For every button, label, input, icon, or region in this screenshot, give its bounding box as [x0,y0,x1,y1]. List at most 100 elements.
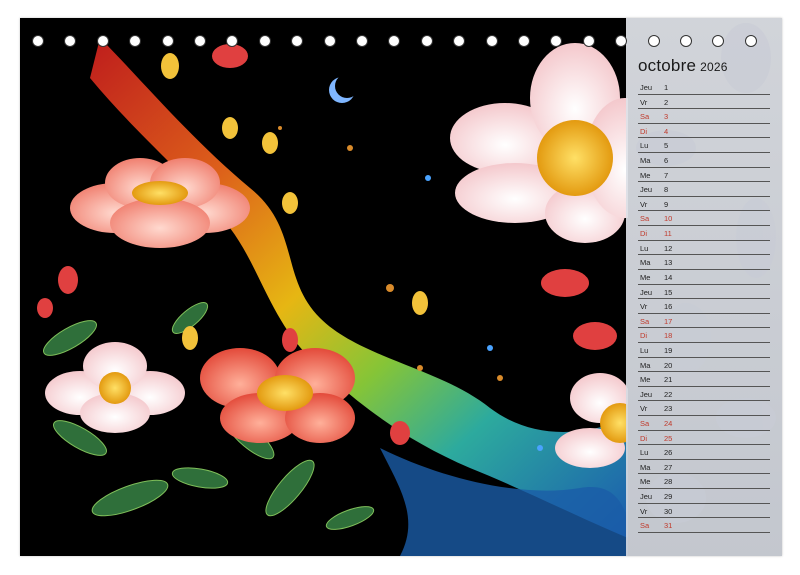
binding-hole [356,35,368,47]
day-row: Sa 10 [638,211,770,227]
day-name: Vr [640,404,648,414]
day-row: Me 21 [638,372,770,387]
day-name: Vr [640,506,648,516]
day-number: 11 [664,229,672,239]
day-number: 17 [664,316,673,326]
binding-hole [485,35,498,47]
day-number: 13 [664,258,673,268]
day-row: Jeu 1 [638,80,770,95]
binding-hole [712,35,725,47]
day-number: 24 [664,419,673,429]
day-number: 21 [664,375,673,385]
binding-hole [550,35,563,47]
day-row: Lu 5 [638,138,770,154]
day-number: 10 [664,214,673,224]
binding-hole [129,35,142,47]
year-label: 2026 [700,60,728,74]
binding-hole [96,35,109,47]
day-name: Di [640,433,648,443]
day-row: Jeu 8 [638,182,770,197]
binding-hole [582,35,595,47]
day-name: Sa [640,112,650,122]
day-name: Jeu [640,389,653,399]
month-name: octobre [638,56,697,75]
day-number: 20 [664,360,673,370]
day-number: 26 [664,448,673,458]
day-name: Sa [640,521,650,531]
day-name: Lu [640,448,649,458]
day-number: 15 [664,287,673,297]
binding-hole [258,35,271,47]
calendar-panel: octobre 2026 Jeu 1 Vr 2 Sa 3 Di 4 Lu 5 Ma 6 Me 7 Jeu 8 Vr… [626,18,782,556]
day-name: Di [640,126,648,136]
binding-hole [744,35,757,47]
day-name: Me [640,272,651,282]
day-row: Sa 31 [638,518,770,533]
white-flower [45,342,185,433]
day-name: Ma [640,360,651,370]
day-number: 22 [664,389,673,399]
day-number: 9 [664,199,669,209]
day-number: 30 [664,506,673,516]
day-row: Ma 20 [638,358,770,373]
binding-hole [453,35,466,47]
day-row: Sa 17 [638,314,770,329]
day-number: 12 [664,243,673,253]
day-name: Me [640,375,651,385]
day-number: 5 [664,141,669,151]
day-row: Ma 27 [638,460,770,475]
day-row: Lu 19 [638,343,770,358]
calendar-card: octobre 2026 Jeu 1 Vr 2 Sa 3 Di 4 Lu 5 Ma 6 Me 7 Jeu 8 Vr… [20,18,782,556]
day-row: Ma 13 [638,255,770,270]
month-title: octobre 2026 [638,56,728,76]
day-name: Vr [640,199,648,209]
binding-hole [226,35,239,47]
day-number: 7 [664,170,669,180]
binding-hole [32,35,44,47]
binding-hole [647,35,660,47]
day-number: 3 [664,112,669,122]
day-row: Vr 9 [638,197,770,212]
day-number: 31 [664,521,673,531]
binding-holes [32,35,772,51]
day-list: Jeu 1 Vr 2 Sa 3 Di 4 Lu 5 Ma 6 Me 7 Jeu 8 Vr 9 Sa 10 Di 11 Lu 1… [638,80,770,533]
day-number: 23 [664,404,673,414]
day-row: Lu 12 [638,241,770,256]
binding-hole [323,35,336,47]
day-row: Jeu 29 [638,489,770,504]
day-row: Me 7 [638,168,770,183]
day-row: Vr 23 [638,401,770,417]
day-row: Ma 6 [638,153,770,168]
floral-artwork [37,38,628,556]
day-number: 1 [664,83,669,92]
binding-hole [615,35,628,47]
day-name: Me [640,170,651,180]
day-name: Vr [640,302,648,312]
day-number: 18 [664,331,673,341]
day-name: Vr [640,97,648,107]
binding-hole [194,35,206,47]
day-name: Ma [640,258,651,268]
day-row: Sa 3 [638,109,770,124]
white-flower-right [555,373,628,468]
day-number: 25 [664,433,673,443]
white-flower-large [450,43,628,243]
red-flower [200,348,355,443]
day-name: Sa [640,419,650,429]
day-number: 8 [664,185,669,195]
binding-hole [161,35,174,47]
day-name: Jeu [640,185,653,195]
binding-hole [680,35,692,47]
binding-hole [291,35,304,47]
day-row: Di 18 [638,328,770,343]
day-name: Jeu [640,492,653,502]
day-name: Ma [640,462,651,472]
day-number: 27 [664,462,673,472]
day-name: Di [640,331,648,341]
day-name: Jeu [640,83,653,92]
day-row: Vr 30 [638,504,770,519]
day-row: Sa 24 [638,416,770,431]
day-number: 16 [664,302,673,312]
day-name: Di [640,229,648,239]
day-name: Ma [640,156,651,166]
